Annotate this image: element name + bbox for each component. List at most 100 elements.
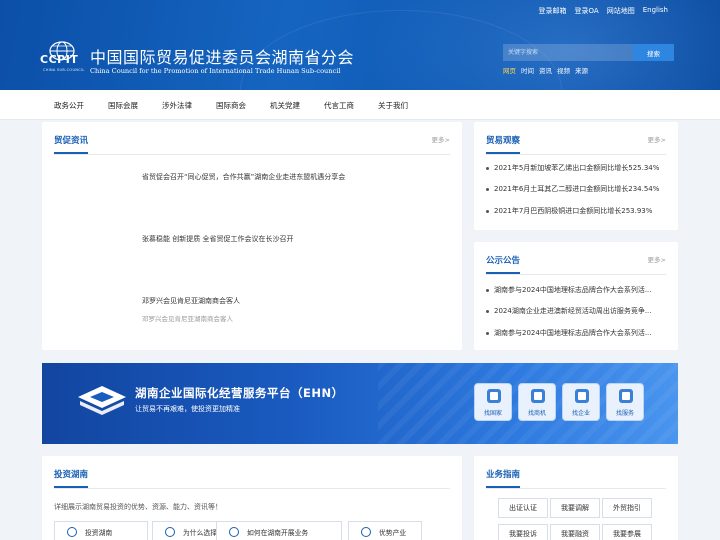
how-to-do-business-button[interactable]: 如何在湖南开展业务 xyxy=(216,521,342,540)
advantage-industries-button[interactable]: 优势产业 xyxy=(348,521,422,540)
find-country-label: 找国家 xyxy=(483,410,502,417)
invest-hunan-button[interactable]: 投资湖南 xyxy=(54,521,148,540)
list-item-text: 2024湖南企业走进澳新经贸活动周出访服务竞争... xyxy=(494,307,652,315)
guide-title[interactable]: 业务指南 xyxy=(486,468,521,488)
nav-item-about[interactable]: 关于我们 xyxy=(378,100,408,111)
notices-title[interactable]: 公示公告 xyxy=(486,254,521,274)
find-enterprise-label: 找企业 xyxy=(571,410,590,417)
trade-watch-header: 贸易观察 更多> xyxy=(486,122,666,155)
list-item-text: 2021年5月新加坡苯乙烯出口金额同比增长525.34% xyxy=(494,164,660,172)
question-icon xyxy=(165,527,175,537)
ehn-platform-banner[interactable]: 湖南企业国际化经营服务平台（EHN） 让贸易不再艰难，使投资更加精准 找国家 找… xyxy=(42,363,678,444)
search-categories: 网页 时间 资讯 视频 来源 xyxy=(503,65,588,75)
bullet-icon xyxy=(486,309,489,313)
find-opportunity-label: 找商机 xyxy=(527,410,546,417)
invest-header: 投资湖南 xyxy=(54,456,450,489)
trade-watch-title[interactable]: 贸易观察 xyxy=(486,134,521,154)
invest-hunan-label: 投资湖南 xyxy=(85,529,113,537)
nav-item-chamber[interactable]: 国际商会 xyxy=(216,100,246,111)
bullet-icon xyxy=(486,187,489,191)
top-links: 登录邮箱 登录OA 网站地图 English xyxy=(539,6,668,16)
find-service-label: 找服务 xyxy=(615,410,634,417)
nav-item-gov[interactable]: 政务公开 xyxy=(54,100,84,111)
list-item[interactable]: 2021年5月新加坡苯乙烯出口金额同比增长525.34% xyxy=(486,163,666,173)
find-enterprise-button[interactable]: 找企业 xyxy=(562,383,600,421)
trade-news-panel: 贸促资讯 更多> 省贸促会召开“同心促贸，合作共赢”湖南企业走进东盟机遇分享会 … xyxy=(42,122,462,350)
exhibition-button[interactable]: 我要参展 xyxy=(602,524,652,540)
bullet-icon xyxy=(486,166,489,170)
site-title-en: China Council for the Promotion of Inter… xyxy=(90,67,341,75)
bullet-icon xyxy=(486,288,489,292)
notices-more-link[interactable]: 更多> xyxy=(648,254,666,264)
list-item-text: 2021年7月巴西阴极铜进口金额同比增长253.93% xyxy=(494,207,653,215)
login-oa-link[interactable]: 登录OA xyxy=(575,6,599,16)
nav-item-expo[interactable]: 国际会展 xyxy=(108,100,138,111)
nav-item-party[interactable]: 机关党建 xyxy=(270,100,300,111)
bullet-icon xyxy=(486,331,489,335)
news-item[interactable]: 张慕稳能 创新提质 全省贸促工作会议在长沙召开 xyxy=(142,234,293,244)
search-input[interactable] xyxy=(503,44,633,61)
list-item-text: 湖南参与2024中国地理标志品牌合作大会系列活... xyxy=(494,286,652,294)
english-link[interactable]: English xyxy=(643,6,668,16)
list-item[interactable]: 2021年6月土耳其乙二醇进口金额同比增长234.54% xyxy=(486,184,666,194)
list-item-text: 湖南参与2024中国地理标志品牌合作大会系列活... xyxy=(494,329,652,337)
search-cat-source[interactable]: 来源 xyxy=(575,65,588,75)
invest-title[interactable]: 投资湖南 xyxy=(54,468,89,488)
factory-icon xyxy=(361,527,371,537)
handshake-icon xyxy=(229,527,239,537)
financing-button[interactable]: 我要融资 xyxy=(550,524,600,540)
document-icon xyxy=(487,389,501,403)
list-item[interactable]: 湖南参与2024中国地理标志品牌合作大会系列活... xyxy=(486,328,666,338)
briefcase-icon xyxy=(531,389,545,403)
business-guide-panel: 业务指南 出证认证 我要调解 外贸指引 我要投诉 我要融资 我要参展 xyxy=(474,456,678,540)
list-item[interactable]: 2021年7月巴西阴极铜进口金额同比增长253.93% xyxy=(486,206,666,216)
trade-watch-panel: 贸易观察 更多> 2021年5月新加坡苯乙烯出口金额同比增长525.34% 20… xyxy=(474,122,678,230)
news-item[interactable]: 邓罗兴会见肯尼亚湖南商会客人 xyxy=(142,296,240,306)
trade-news-header: 贸促资讯 更多> xyxy=(54,122,450,155)
list-item[interactable]: 湖南参与2024中国地理标志品牌合作大会系列活... xyxy=(486,285,666,295)
logo-abbr: CCPIT xyxy=(40,53,79,66)
notices-panel: 公示公告 更多> 湖南参与2024中国地理标志品牌合作大会系列活... 2024… xyxy=(474,242,678,350)
search-cat-video[interactable]: 视频 xyxy=(557,65,570,75)
news-item[interactable]: 省贸促会召开“同心促贸，合作共赢”湖南企业走进东盟机遇分享会 xyxy=(142,172,345,182)
complaint-button[interactable]: 我要投诉 xyxy=(498,524,548,540)
search-cat-time[interactable]: 时间 xyxy=(521,65,534,75)
invest-icon xyxy=(67,527,77,537)
banner-title: 湖南企业国际化经营服务平台（EHN） xyxy=(135,386,344,400)
trade-news-more-link[interactable]: 更多> xyxy=(432,134,450,144)
search-button[interactable]: 搜索 xyxy=(633,44,674,61)
login-mail-link[interactable]: 登录邮箱 xyxy=(539,6,567,16)
notices-header: 公示公告 更多> xyxy=(486,242,666,275)
main-nav: 政务公开 国际会展 涉外法律 国际商会 机关党建 代言工商 关于我们 xyxy=(0,90,720,120)
search-cat-news[interactable]: 资讯 xyxy=(539,65,552,75)
advantage-industries-label: 优势产业 xyxy=(379,529,407,537)
bullet-icon xyxy=(486,209,489,213)
nav-item-law[interactable]: 涉外法律 xyxy=(162,100,192,111)
invest-hunan-panel: 投资湖南 详细展示湖南贸易投资的优势、资源、能力、资讯等！ 投资湖南 为什么选择… xyxy=(42,456,462,540)
find-country-button[interactable]: 找国家 xyxy=(474,383,512,421)
person-icon xyxy=(619,389,633,403)
ehn-logo-icon xyxy=(78,386,126,415)
find-opportunity-button[interactable]: 找商机 xyxy=(518,383,556,421)
sitemap-link[interactable]: 网站地图 xyxy=(607,6,635,16)
site-title-cn: 中国国际贸易促进委员会湖南省分会 xyxy=(90,48,355,67)
find-service-button[interactable]: 找服务 xyxy=(606,383,644,421)
guide-header: 业务指南 xyxy=(486,456,666,489)
news-item-summary: 邓罗兴会见肯尼亚湖南商会客人 xyxy=(142,315,233,323)
site-header: 登录邮箱 登录OA 网站地图 English CCPIT CHINA SUB-C… xyxy=(0,0,720,90)
mediation-button[interactable]: 我要调解 xyxy=(550,498,600,518)
nav-item-business[interactable]: 代言工商 xyxy=(324,100,354,111)
list-item-text: 2021年6月土耳其乙二醇进口金额同比增长234.54% xyxy=(494,185,660,193)
trade-guide-button[interactable]: 外贸指引 xyxy=(602,498,652,518)
logo-sub: CHINA SUB-COUNCIL xyxy=(43,68,85,72)
trade-news-title[interactable]: 贸促资讯 xyxy=(54,134,89,154)
how-to-do-business-label: 如何在湖南开展业务 xyxy=(247,529,309,537)
invest-description: 详细展示湖南贸易投资的优势、资源、能力、资讯等！ xyxy=(54,503,222,511)
certification-button[interactable]: 出证认证 xyxy=(498,498,548,518)
search-box: 搜索 xyxy=(503,44,674,61)
banner-subtitle: 让贸易不再艰难，使投资更加精准 xyxy=(135,405,240,413)
trade-watch-more-link[interactable]: 更多> xyxy=(648,134,666,144)
list-item[interactable]: 2024湖南企业走进澳新经贸活动周出访服务竞争... xyxy=(486,306,666,316)
ccpit-logo[interactable]: CCPIT CHINA SUB-COUNCIL xyxy=(40,38,86,76)
search-cat-web[interactable]: 网页 xyxy=(503,65,516,75)
